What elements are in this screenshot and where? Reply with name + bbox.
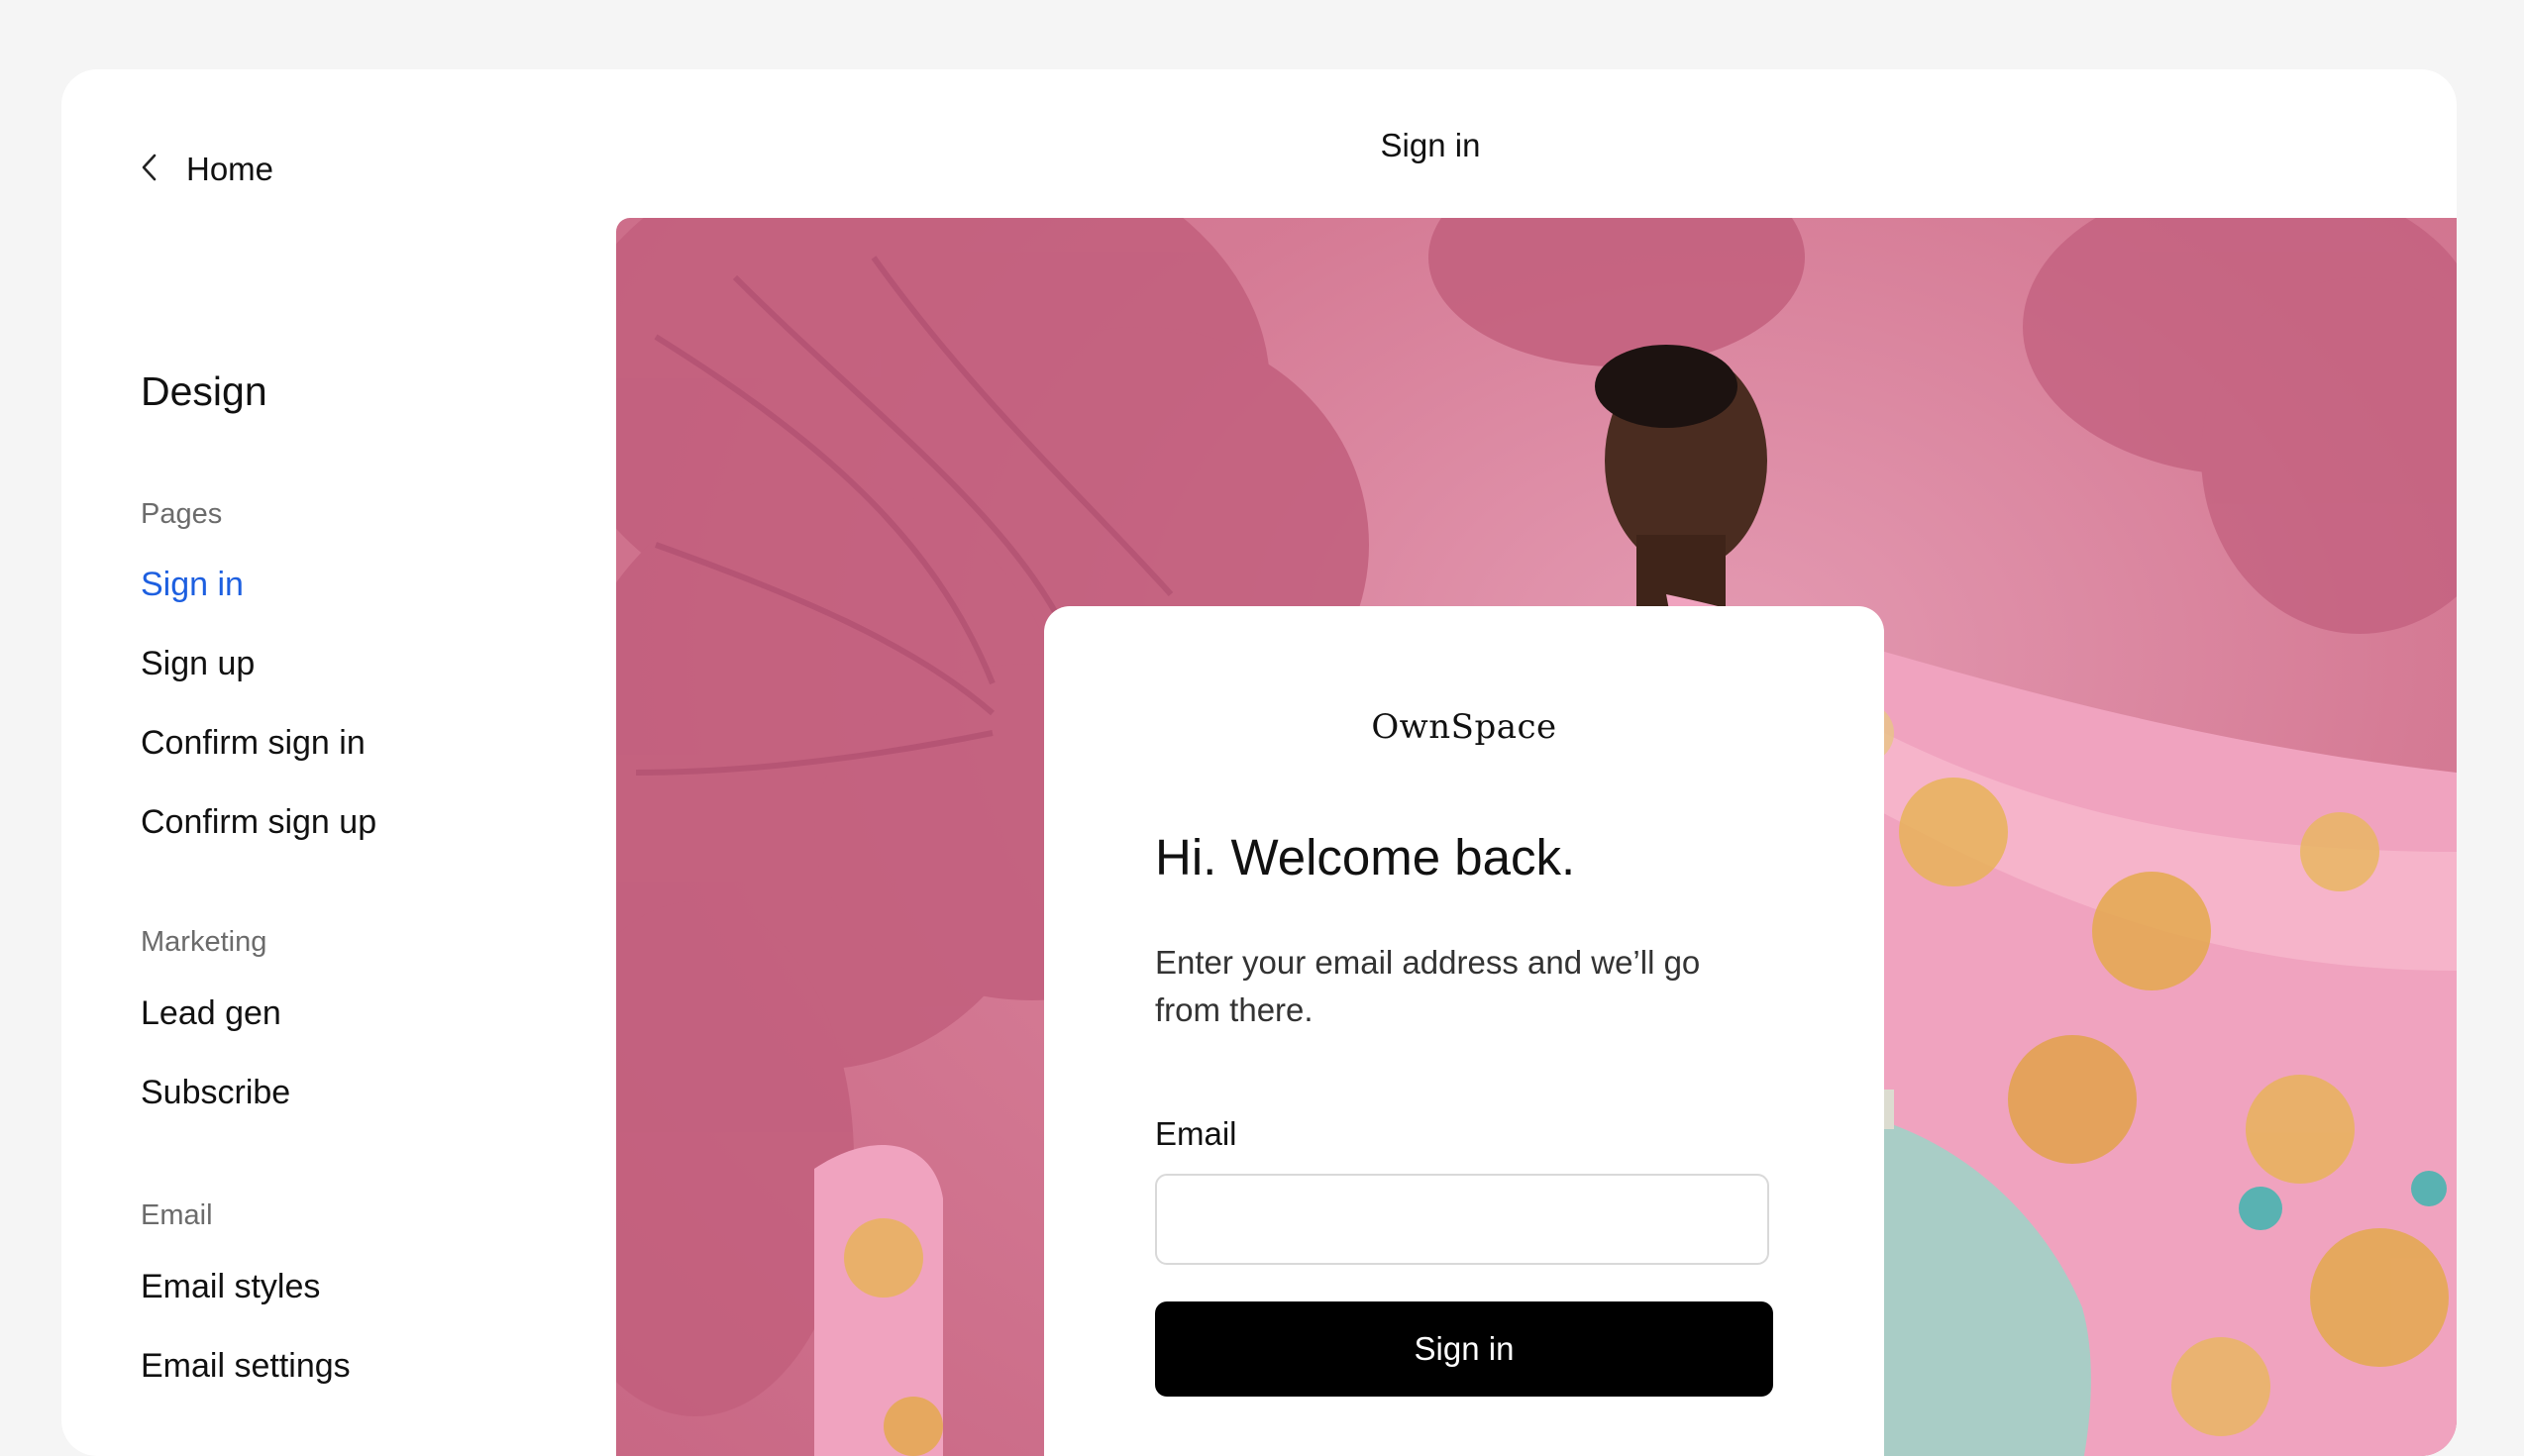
sign-in-button[interactable]: Sign in [1155,1301,1773,1397]
sidebar-item-sign-up[interactable]: Sign up [141,645,255,683]
sidebar-section-title: Design [141,368,267,414]
sidebar-item-confirm-sign-in[interactable]: Confirm sign in [141,724,366,763]
sidebar-item-subscribe[interactable]: Subscribe [141,1074,290,1112]
sign-in-card: OwnSpace Hi. Welcome back. Enter your em… [1044,606,1884,1456]
back-home-link[interactable]: Home [139,151,273,188]
sidebar-item-lead-gen[interactable]: Lead gen [141,994,281,1033]
page-title: Sign in [1380,127,1481,163]
back-home-label: Home [186,151,274,187]
brand-logo: OwnSpace [1371,707,1557,747]
sidebar-group-pages: Pages [141,498,223,530]
sidebar-item-email-styles[interactable]: Email styles [141,1268,320,1306]
email-label: Email [1155,1115,1237,1152]
welcome-heading: Hi. Welcome back. [1155,829,1576,885]
sidebar-item-sign-in[interactable]: Sign in [141,566,244,604]
sidebar-item-confirm-sign-up[interactable]: Confirm sign up [141,803,376,842]
chevron-left-icon [139,152,160,188]
sidebar-item-email-settings[interactable]: Email settings [141,1347,351,1386]
sidebar-group-marketing: Marketing [141,926,267,958]
email-field[interactable] [1155,1174,1769,1265]
app-window: Home Design Pages Sign in Sign up Confir… [61,69,2457,1456]
sidebar-group-email: Email [141,1199,213,1231]
welcome-subtitle: Enter your email address and we’ll go fr… [1155,944,1701,1028]
